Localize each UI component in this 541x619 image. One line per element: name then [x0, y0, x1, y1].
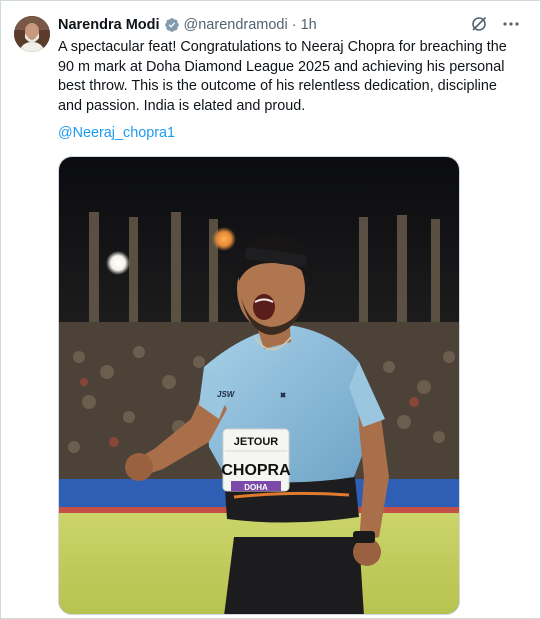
- jersey-logo: JSW: [217, 390, 236, 399]
- athlete-photo: JETOUR CHOPRA DOHA JSW: [59, 157, 459, 614]
- author-name[interactable]: Narendra Modi: [58, 17, 160, 33]
- more-options-icon[interactable]: [502, 15, 520, 33]
- tweet-header: Narendra Modi @narendramodi · 1h: [58, 15, 317, 35]
- bib-brand: JETOUR: [234, 436, 278, 448]
- timestamp[interactable]: 1h: [301, 17, 317, 33]
- bib-name: CHOPRA: [221, 462, 291, 479]
- tweet-actions: [470, 15, 520, 33]
- grok-icon[interactable]: [470, 15, 488, 33]
- tweet-photo[interactable]: JETOUR CHOPRA DOHA JSW: [58, 156, 460, 615]
- author-handle[interactable]: @narendramodi: [184, 17, 288, 33]
- tweet-card[interactable]: Narendra Modi @narendramodi · 1h A spect: [0, 0, 541, 619]
- verified-badge-icon[interactable]: [164, 17, 180, 33]
- bib-event: DOHA: [244, 483, 268, 492]
- separator-dot: ·: [291, 17, 297, 33]
- tweet-text: A spectacular feat! Congratulations to N…: [58, 39, 507, 114]
- mention-link[interactable]: @Neeraj_chopra1: [58, 125, 175, 141]
- author-avatar[interactable]: [14, 16, 50, 52]
